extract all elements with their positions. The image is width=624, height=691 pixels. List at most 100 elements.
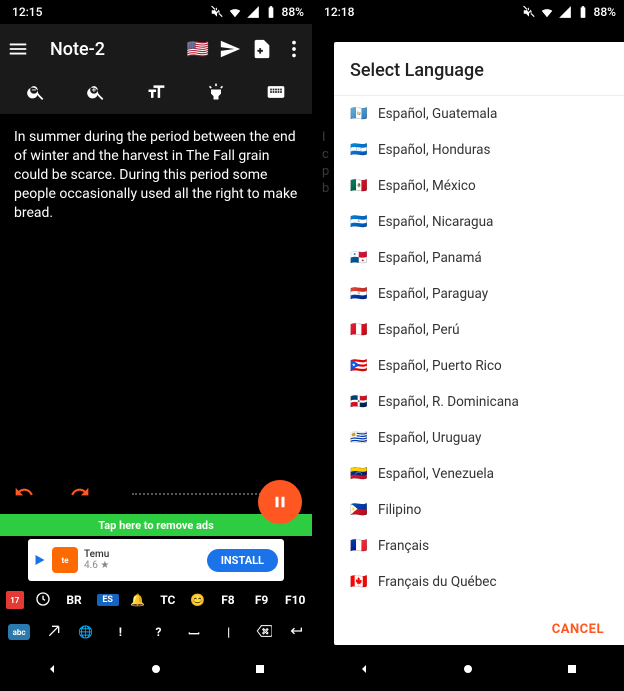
language-name: Español, Panamá <box>378 250 482 266</box>
new-note-button[interactable] <box>250 37 274 61</box>
play-badge-icon <box>34 554 46 566</box>
tc-key[interactable]: TC <box>157 593 179 607</box>
language-item[interactable]: 🇺🇾 Español, Uruguay <box>334 420 624 456</box>
enter-key[interactable] <box>288 623 304 642</box>
pipe-key[interactable]: | <box>218 625 240 639</box>
language-item[interactable]: 🇳🇮 Español, Nicaragua <box>334 204 624 240</box>
language-name: Español, Guatemala <box>378 106 497 122</box>
background-text: Icpb <box>322 130 329 198</box>
nav-bar <box>0 651 312 691</box>
backspace-key[interactable] <box>256 623 272 642</box>
app-bar: Note-2 🇺🇸 <box>0 24 312 74</box>
f9-key[interactable]: F9 <box>251 593 273 607</box>
language-name: Español, R. Dominicana <box>378 394 519 410</box>
nav-back[interactable] <box>44 661 60 681</box>
emoji-key[interactable]: 😊 <box>190 593 205 607</box>
text-size-button[interactable] <box>146 82 166 106</box>
status-bar: 12:15 88% <box>0 0 312 24</box>
flag-icon: 🇵🇪 <box>350 322 368 338</box>
language-item[interactable]: 🇵🇷Español, Puerto Rico <box>334 348 624 384</box>
mute-icon <box>210 5 224 19</box>
language-name: Español, Honduras <box>378 142 490 158</box>
battery-icon <box>576 5 590 19</box>
nav-recent[interactable] <box>252 661 268 681</box>
language-item[interactable]: 🇵🇪 Español, Perú <box>334 312 624 348</box>
language-dialog: Select Language 🇬🇹Español, Guatemala🇭🇳Es… <box>334 42 624 645</box>
bell-icon[interactable]: 🔔 <box>130 593 145 607</box>
zoom-in-button[interactable] <box>86 82 106 106</box>
language-item[interactable]: 🇬🇹Español, Guatemala <box>334 96 624 132</box>
ad-banner[interactable]: te Temu 4.6 ★ INSTALL <box>28 539 284 581</box>
cancel-button[interactable]: CANCEL <box>552 622 604 637</box>
keyboard-button[interactable] <box>266 82 286 106</box>
status-bar: 12:18 88% <box>312 0 624 24</box>
note-text-area[interactable]: In summer during the period between the … <box>0 114 312 474</box>
flag-icon: 🇻🇪 <box>350 466 368 482</box>
es-key[interactable]: ES <box>97 594 119 606</box>
f8-key[interactable]: F8 <box>217 593 239 607</box>
language-name: Español, Perú <box>378 322 460 338</box>
language-name: Español, Nicaragua <box>378 214 493 230</box>
battery-percent: 88% <box>594 5 616 19</box>
calendar-icon[interactable]: 17 <box>6 591 24 609</box>
language-name: Español, Venezuela <box>378 466 494 482</box>
signal-icon <box>246 5 260 19</box>
nav-home[interactable] <box>460 661 476 681</box>
language-item[interactable]: 🇲🇽Español, México <box>334 168 624 204</box>
flag-icon: 🇲🇽 <box>350 178 368 194</box>
language-name: Español, Paraguay <box>378 286 488 302</box>
nav-recent[interactable] <box>564 661 580 681</box>
language-item[interactable]: 🇨🇦 Français du Québec <box>334 564 624 600</box>
language-list[interactable]: 🇬🇹Español, Guatemala🇭🇳Español, Honduras🇲… <box>334 96 624 608</box>
flag-icon: 🇳🇮 <box>350 214 368 230</box>
menu-button[interactable] <box>6 37 30 61</box>
nav-home[interactable] <box>148 661 164 681</box>
language-item[interactable]: 🇩🇴Español, R. Dominicana <box>334 384 624 420</box>
zoom-out-button[interactable] <box>26 82 46 106</box>
f10-key[interactable]: F10 <box>284 593 306 607</box>
language-name: Español, Puerto Rico <box>378 358 502 374</box>
language-name: Français du Québec <box>378 574 497 590</box>
br-key[interactable]: BR <box>63 593 85 607</box>
exclamation-key[interactable]: ! <box>109 625 131 639</box>
globe-icon[interactable]: 🌐 <box>78 625 93 639</box>
status-time: 12:18 <box>320 5 522 19</box>
format-toolbar <box>0 74 312 114</box>
left-screen: 12:15 88% Note-2 🇺🇸 In summer during the… <box>0 0 312 691</box>
flag-icon: 🇺🇾 <box>350 430 368 446</box>
battery-icon <box>264 5 278 19</box>
flag-icon: 🇫🇷 <box>350 538 368 554</box>
send-button[interactable] <box>218 37 242 61</box>
undo-button[interactable] <box>14 482 34 506</box>
arrow-up-right-icon[interactable] <box>46 623 62 642</box>
highlight-button[interactable] <box>206 82 226 106</box>
dialog-actions: CANCEL <box>334 608 624 645</box>
overflow-button[interactable] <box>282 37 306 61</box>
clock-icon[interactable] <box>35 591 51 610</box>
language-item[interactable]: 🇭🇳Español, Honduras <box>334 132 624 168</box>
language-item[interactable]: 🇫🇷Français <box>334 528 624 564</box>
language-item[interactable]: 🇵🇦 Español, Panamá <box>334 240 624 276</box>
space-key[interactable] <box>186 623 202 642</box>
abc-key[interactable]: abc <box>8 624 30 640</box>
install-button[interactable]: INSTALL <box>207 549 278 572</box>
language-item[interactable]: 🇻🇪 Español, Venezuela <box>334 456 624 492</box>
language-name: Español, Uruguay <box>378 430 481 446</box>
ad-logo: te <box>52 547 78 573</box>
question-key[interactable]: ? <box>147 625 169 639</box>
ad-text: Temu 4.6 ★ <box>84 549 201 571</box>
pause-fab[interactable] <box>258 480 302 524</box>
flag-icon: 🇵🇾 <box>350 286 368 302</box>
ad-rating: 4.6 ★ <box>84 560 201 571</box>
language-item[interactable]: 🇵🇾 Español, Paraguay <box>334 276 624 312</box>
flag-icon: 🇵🇦 <box>350 250 368 266</box>
flag-icon: 🇨🇦 <box>350 574 368 590</box>
language-item[interactable]: 🇵🇭Filipino <box>334 492 624 528</box>
status-icons: 88% <box>210 5 304 19</box>
right-screen: 12:18 88% Icpb 10 Select Language 🇬🇹Espa… <box>312 0 624 691</box>
redo-button[interactable] <box>70 482 90 506</box>
language-flag-button[interactable]: 🇺🇸 <box>186 37 210 61</box>
status-time: 12:15 <box>8 5 210 19</box>
mute-icon <box>522 5 536 19</box>
nav-back[interactable] <box>356 661 372 681</box>
